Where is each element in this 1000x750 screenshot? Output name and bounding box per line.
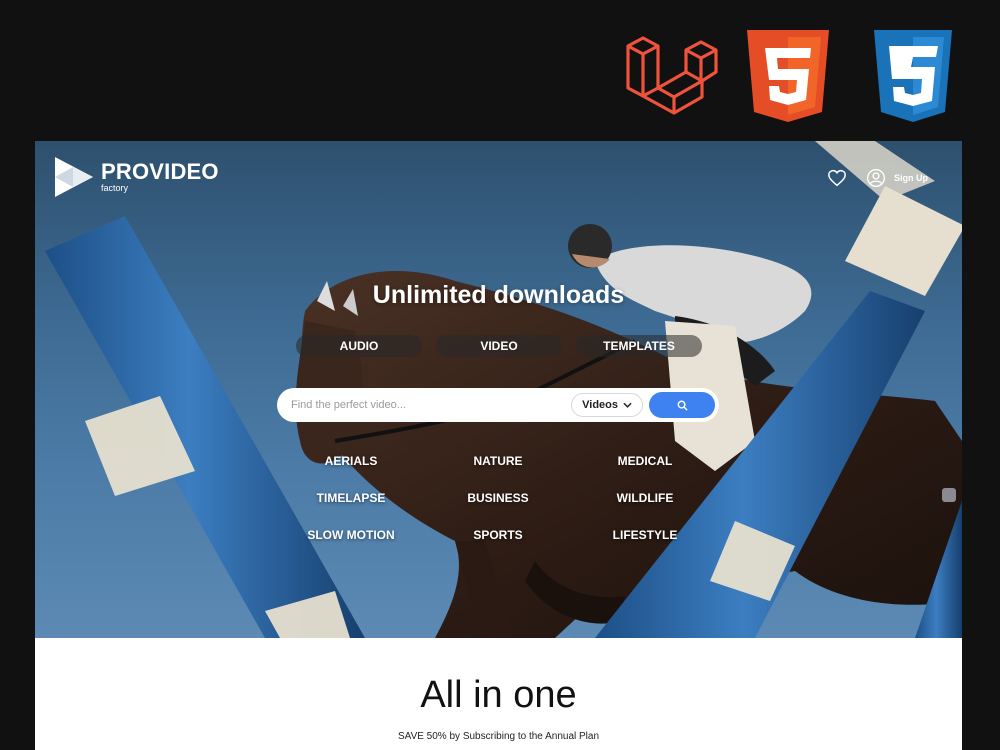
search-scope-value: Videos xyxy=(582,399,618,411)
sign-up-button[interactable]: Sign Up xyxy=(866,168,928,188)
tab-video[interactable]: VIDEO xyxy=(436,335,562,357)
plans-section: All in one SAVE 50% by Subscribing to th… xyxy=(35,638,962,750)
category-slow-motion[interactable]: SLOW MOTION xyxy=(276,528,426,542)
plans-title: All in one xyxy=(420,674,577,716)
brand-subtitle: factory xyxy=(101,183,129,193)
category-sports[interactable]: SPORTS xyxy=(423,528,573,542)
play-triangles-icon xyxy=(55,157,93,197)
laravel-logo xyxy=(626,36,718,115)
tab-templates[interactable]: TEMPLATES xyxy=(576,335,702,357)
search-scope-dropdown[interactable]: Videos xyxy=(571,393,643,417)
brand-name: PROVIDEO xyxy=(101,159,219,184)
category-business[interactable]: BUSINESS xyxy=(423,491,573,505)
search-icon xyxy=(677,400,688,411)
category-nature[interactable]: NATURE xyxy=(423,454,573,468)
tab-audio[interactable]: AUDIO xyxy=(296,335,422,357)
heart-icon[interactable] xyxy=(826,167,848,189)
sign-up-label: Sign Up xyxy=(894,173,928,183)
hero-headline: Unlimited downloads xyxy=(372,281,625,309)
chevron-down-icon xyxy=(623,402,632,408)
category-wildlife[interactable]: WILDLIFE xyxy=(570,491,720,505)
header-actions: Sign Up xyxy=(826,167,928,189)
search-button[interactable] xyxy=(649,392,715,418)
css3-logo xyxy=(874,30,952,122)
category-medical[interactable]: MEDICAL xyxy=(570,454,720,468)
user-circle-icon xyxy=(867,169,885,187)
category-aerials[interactable]: AERIALS xyxy=(276,454,426,468)
html5-logo xyxy=(747,30,829,122)
category-lifestyle[interactable]: LIFESTYLE xyxy=(570,528,720,542)
category-timelapse[interactable]: TIMELAPSE xyxy=(276,491,426,505)
chat-widget-icon[interactable] xyxy=(942,488,956,502)
hero-section: PROVIDEO factory Sign Up Unlimited downl… xyxy=(35,141,962,638)
brand-logo[interactable]: PROVIDEO factory xyxy=(53,155,219,199)
search-input[interactable] xyxy=(291,399,572,411)
search-bar: Videos xyxy=(277,388,719,422)
media-type-tabs: AUDIO VIDEO TEMPLATES xyxy=(296,335,702,357)
site-screenshot: PROVIDEO factory Sign Up Unlimited downl… xyxy=(35,141,962,750)
plans-subtitle: SAVE 50% by Subscribing to the Annual Pl… xyxy=(397,731,600,742)
